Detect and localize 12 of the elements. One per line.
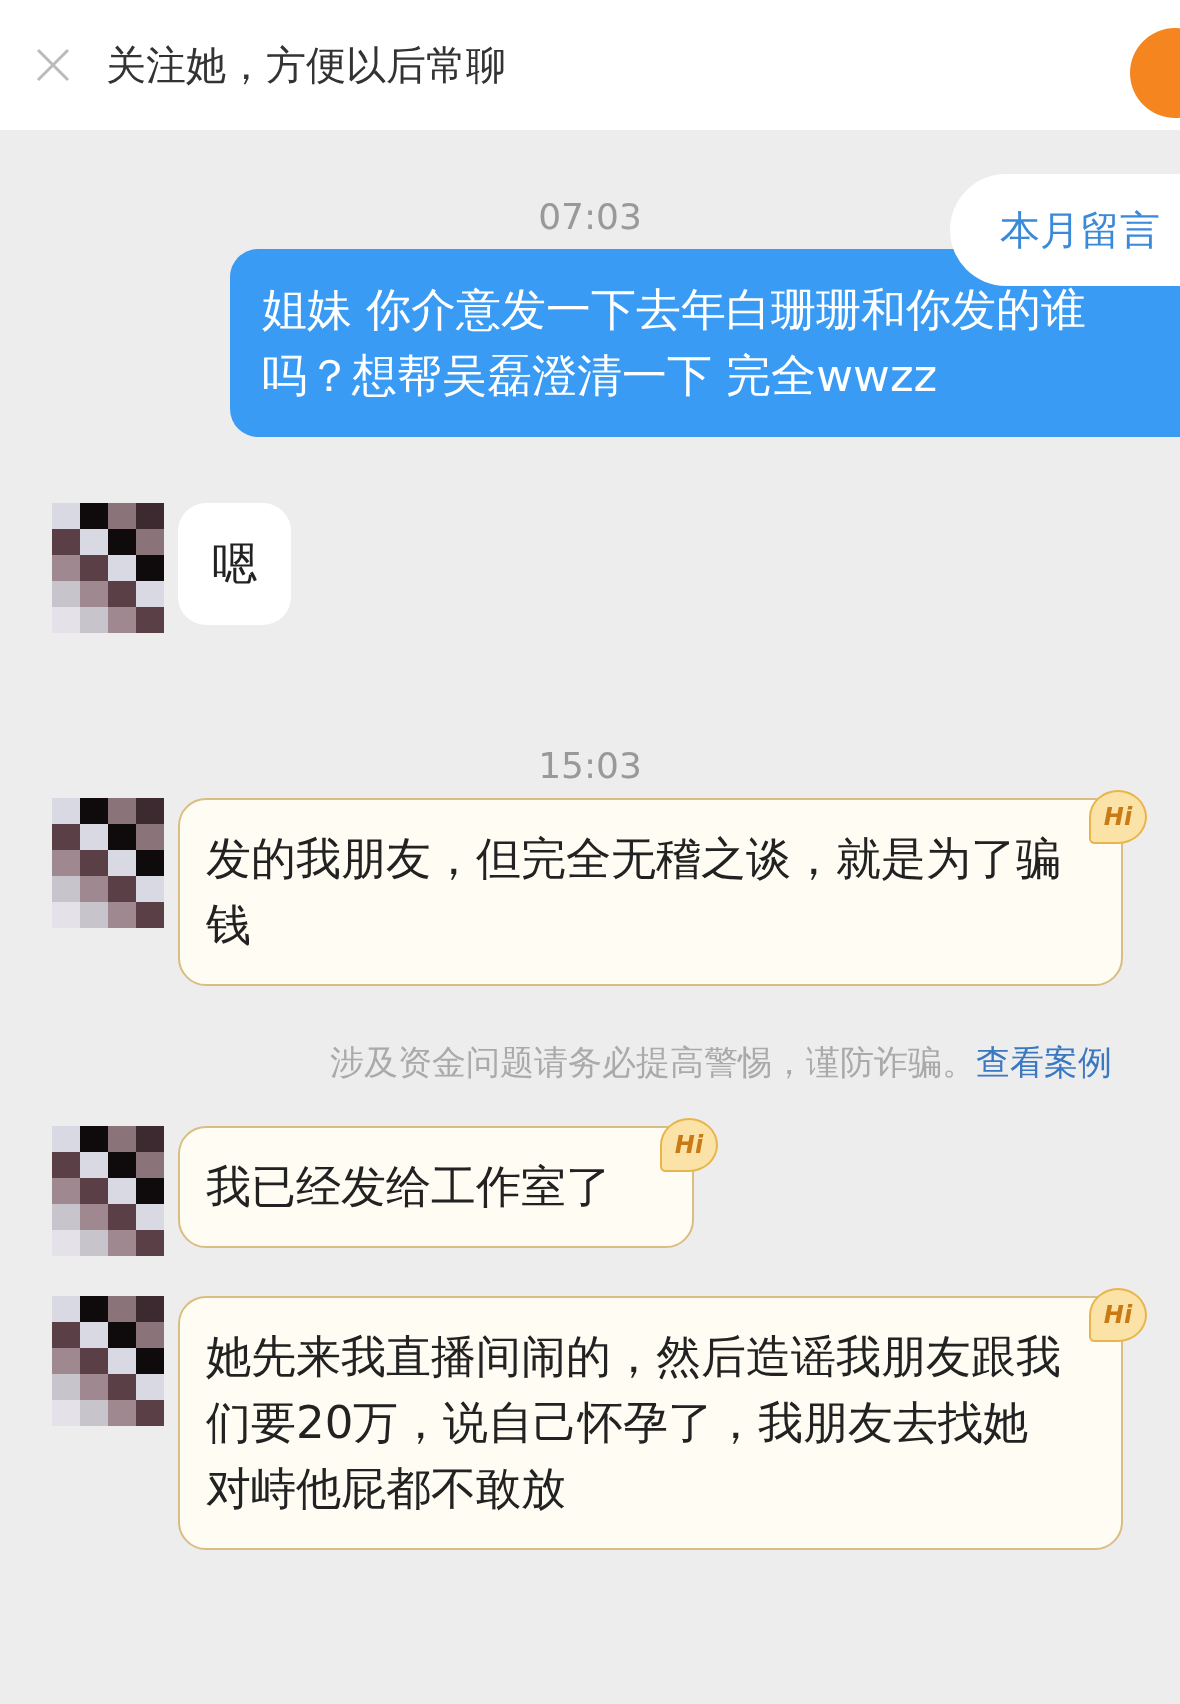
timestamp: 15:03 <box>538 745 642 786</box>
hi-badge: Hi <box>660 1118 718 1172</box>
header-title: 关注她，方便以后常聊 <box>106 40 506 90</box>
timestamp: 07:03 <box>538 196 642 237</box>
fraud-warning: 涉及资金问题请务必提高警惕，谨防诈骗。 <box>330 1041 976 1084</box>
view-cases-link[interactable]: 查看案例 <box>976 1040 1112 1086</box>
hi-badge: Hi <box>1089 790 1147 844</box>
hi-badge: Hi <box>1089 1288 1147 1342</box>
notice-pill[interactable]: 本月留言 <box>950 174 1180 286</box>
close-icon[interactable] <box>36 48 70 82</box>
message-bubble: 姐妹 你介意发一下去年白珊珊和你发的谁吗？想帮吴磊澄清一下 完全wwzz <box>230 249 1180 437</box>
message-bubble: 嗯 <box>178 503 291 625</box>
